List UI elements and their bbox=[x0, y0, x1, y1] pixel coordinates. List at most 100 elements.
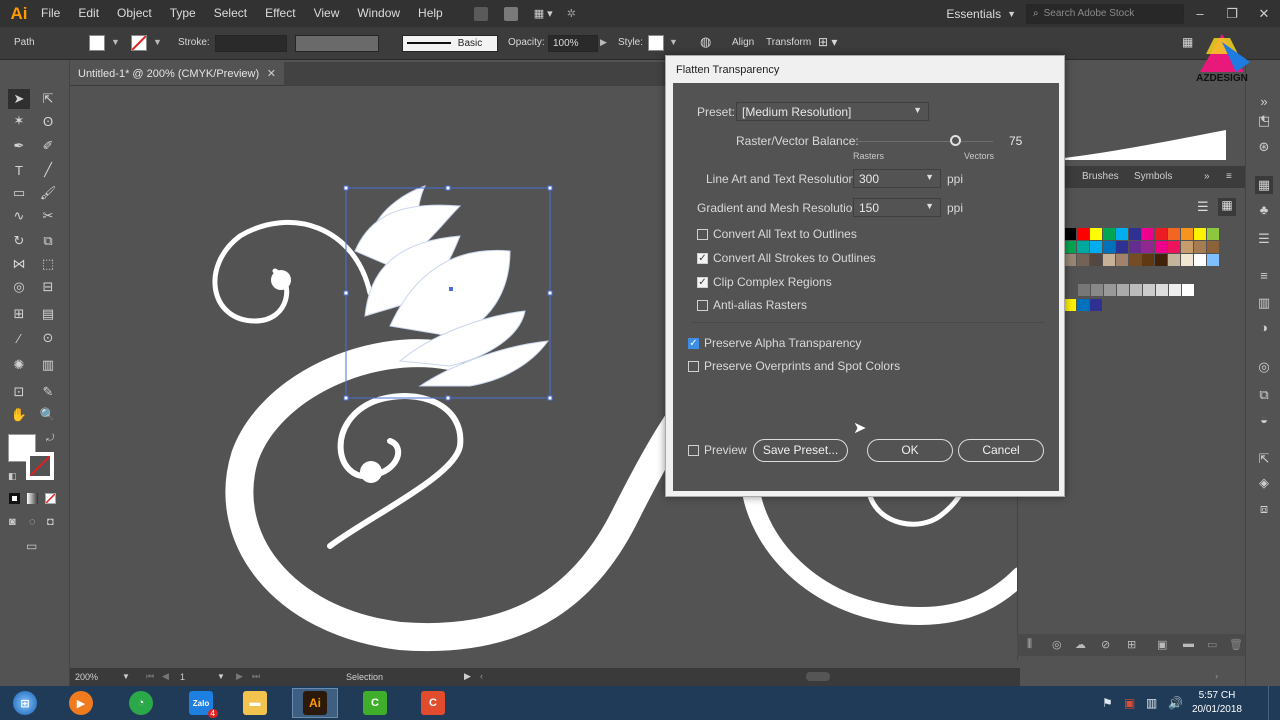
zoom-tool[interactable]: 🔍 bbox=[37, 405, 59, 425]
show-desktop-button[interactable] bbox=[1268, 686, 1280, 720]
export-icon[interactable]: ⇱ bbox=[1255, 450, 1273, 468]
start-button[interactable]: ⊞ bbox=[2, 688, 48, 718]
clip-complex-checkbox[interactable]: ✓ bbox=[697, 277, 708, 288]
gradient-icon[interactable]: ▥ bbox=[1255, 294, 1273, 312]
preview-checkbox[interactable] bbox=[688, 445, 699, 456]
swatch[interactable] bbox=[1194, 228, 1206, 240]
list-view-icon[interactable]: ☰ bbox=[1197, 199, 1209, 215]
swatch[interactable] bbox=[1064, 241, 1076, 253]
opacity-arrow-icon[interactable]: ▶ bbox=[600, 37, 607, 48]
swatch[interactable] bbox=[1142, 241, 1154, 253]
gpu-icon[interactable]: ✲ bbox=[567, 7, 576, 20]
swatch[interactable] bbox=[1103, 241, 1115, 253]
swatch[interactable] bbox=[1207, 254, 1219, 266]
panel-menu-icon[interactable]: ≡ bbox=[1226, 171, 1232, 182]
swatch[interactable] bbox=[1064, 299, 1076, 311]
gradient-select[interactable]: 150 ▼ bbox=[853, 198, 941, 217]
swatch[interactable] bbox=[1155, 228, 1167, 240]
scale-tool[interactable]: ⧉ bbox=[37, 231, 59, 251]
swatch[interactable] bbox=[1116, 254, 1128, 266]
folder-icon[interactable]: ▬ bbox=[1183, 638, 1194, 650]
rectangle-tool[interactable]: ▭ bbox=[8, 183, 30, 203]
gradient-mode-icon[interactable] bbox=[27, 493, 38, 504]
expand-panel-icon[interactable]: » bbox=[1204, 171, 1210, 182]
menu-type[interactable]: Type bbox=[161, 0, 205, 27]
transparency-icon[interactable]: ◑ bbox=[1255, 318, 1273, 336]
taskbar-camtasia-red[interactable]: C bbox=[410, 688, 456, 718]
zoom-dropdown-icon[interactable]: ▼ bbox=[122, 672, 130, 681]
taskbar-zalo[interactable]: Zalo 4 bbox=[178, 688, 224, 718]
fill-dropdown-icon[interactable]: ▼ bbox=[111, 37, 120, 47]
eyedropper-tool[interactable]: ⁄ bbox=[8, 328, 30, 348]
hand-tool[interactable]: ✋ bbox=[8, 405, 30, 425]
swatch[interactable] bbox=[1129, 228, 1141, 240]
screen-mode-icon[interactable]: ▭ bbox=[26, 539, 37, 553]
swatch[interactable] bbox=[1077, 241, 1089, 253]
magic-wand-tool[interactable]: ✶ bbox=[8, 111, 30, 131]
layers-stack-icon[interactable]: ◈ bbox=[1255, 474, 1273, 492]
tray-antivirus-icon[interactable]: ▣ bbox=[1124, 696, 1135, 710]
swatch[interactable] bbox=[1156, 284, 1168, 296]
menu-edit[interactable]: Edit bbox=[69, 0, 108, 27]
menu-view[interactable]: View bbox=[305, 0, 349, 27]
swatch[interactable] bbox=[1207, 241, 1219, 253]
swatch[interactable] bbox=[1168, 241, 1180, 253]
tab-brushes[interactable]: Brushes bbox=[1082, 171, 1119, 182]
swatch[interactable] bbox=[1103, 228, 1115, 240]
symbol-sprayer-tool[interactable]: ✺ bbox=[8, 355, 30, 375]
draw-inside-icon[interactable]: ◘ bbox=[47, 516, 54, 528]
pages-icon[interactable]: ◳ bbox=[1255, 112, 1273, 130]
swatch[interactable] bbox=[1116, 241, 1128, 253]
curvature-tool[interactable]: ✐ bbox=[37, 136, 59, 156]
lasso-tool[interactable]: ʘ bbox=[37, 111, 59, 131]
swatch[interactable] bbox=[1077, 228, 1089, 240]
taskbar-camtasia-green[interactable]: C bbox=[352, 688, 398, 718]
maximize-button[interactable]: ❐ bbox=[1216, 6, 1248, 22]
symbols-icon[interactable]: ☰ bbox=[1255, 230, 1273, 248]
swatch[interactable] bbox=[1117, 284, 1129, 296]
draw-behind-icon[interactable]: ◌ bbox=[29, 516, 36, 528]
swatch[interactable] bbox=[1090, 299, 1102, 311]
swatch[interactable] bbox=[1143, 284, 1155, 296]
swatch[interactable] bbox=[1064, 228, 1076, 240]
tray-flag-icon[interactable]: ⚑ bbox=[1102, 696, 1113, 710]
swatch[interactable] bbox=[1155, 241, 1167, 253]
new-item-icon[interactable]: ▭ bbox=[1207, 638, 1217, 651]
anti-alias-checkbox[interactable] bbox=[697, 300, 708, 311]
artboard-dropdown-icon[interactable]: ▼ bbox=[217, 672, 225, 681]
graphic-styles-icon[interactable]: ⧉ bbox=[1255, 386, 1273, 404]
swatch[interactable] bbox=[1077, 299, 1089, 311]
width-tool[interactable]: ⋈ bbox=[8, 254, 30, 274]
swatch[interactable] bbox=[1104, 284, 1116, 296]
save-preset-button[interactable]: Save Preset... bbox=[753, 439, 848, 462]
swap-colors-icon[interactable]: ⤾ bbox=[46, 433, 54, 444]
stock-search-input[interactable]: ⌕ Search Adobe Stock bbox=[1026, 3, 1184, 24]
appearance-icon[interactable]: ◎ bbox=[1255, 358, 1273, 376]
brushes-icon[interactable]: ♣ bbox=[1255, 200, 1273, 218]
swatch[interactable] bbox=[1129, 254, 1141, 266]
menu-object[interactable]: Object bbox=[108, 0, 161, 27]
convert-text-checkbox[interactable] bbox=[697, 229, 708, 240]
swatch[interactable] bbox=[1181, 241, 1193, 253]
pen-tool[interactable]: ✒ bbox=[8, 136, 30, 156]
swatch[interactable] bbox=[1091, 284, 1103, 296]
perspective-grid-tool[interactable]: ⊟ bbox=[37, 277, 59, 297]
style-dropdown-icon[interactable]: ▼ bbox=[669, 37, 678, 47]
slice-tool[interactable]: ✎ bbox=[37, 382, 59, 402]
minimize-button[interactable]: – bbox=[1184, 6, 1216, 21]
menu-file[interactable]: File bbox=[32, 0, 69, 27]
convert-text-label[interactable]: Convert All Text to Outlines bbox=[713, 227, 857, 241]
fill-swatch[interactable] bbox=[89, 35, 105, 51]
preserve-alpha-label[interactable]: Preserve Alpha Transparency bbox=[704, 336, 861, 350]
balance-slider-track[interactable] bbox=[855, 141, 993, 142]
artboards-icon[interactable]: ⧈ bbox=[1255, 500, 1273, 518]
menu-window[interactable]: Window bbox=[348, 0, 409, 27]
chevron-down-icon[interactable]: ▼ bbox=[1007, 9, 1016, 19]
menu-effect[interactable]: Effect bbox=[256, 0, 304, 27]
graphic-style-swatch[interactable] bbox=[648, 35, 664, 51]
bridge-icon[interactable] bbox=[473, 6, 488, 21]
scroll-right-icon[interactable]: › bbox=[1215, 671, 1218, 681]
swatch[interactable] bbox=[1142, 254, 1154, 266]
scroll-left-icon[interactable]: ‹ bbox=[480, 671, 483, 681]
paintbrush-tool[interactable]: 🖌 bbox=[37, 183, 59, 203]
